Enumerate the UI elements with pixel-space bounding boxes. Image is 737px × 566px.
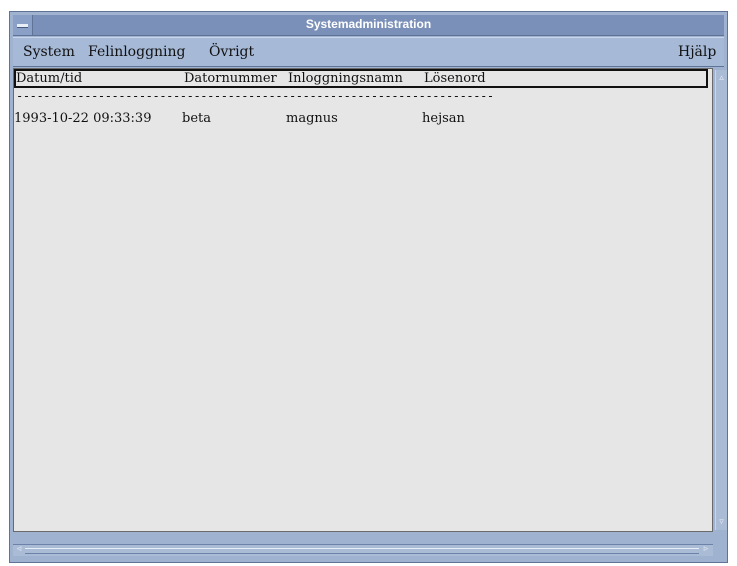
menu-bar: System Felinloggning Övrigt Hjälp (13, 37, 724, 67)
cell-losenord: hejsan (422, 111, 465, 126)
table-header: Datum/tid Datornummer Inloggningsnamn Lö… (14, 69, 708, 88)
minus-icon (17, 24, 28, 28)
window-title: Systemadministration (305, 17, 432, 31)
table-row[interactable]: 1993-10-22 09:33:39 beta magnus hejsan (14, 111, 708, 129)
log-list[interactable]: Datum/tid Datornummer Inloggningsnamn Lö… (13, 68, 713, 532)
header-separator: ----------------------------------------… (16, 89, 492, 101)
column-header-inloggningsnamn: Inloggningsnamn (288, 71, 403, 86)
scroll-left-icon[interactable]: ◃ (14, 544, 24, 555)
main-window: Systemadministration System Felinloggnin… (9, 11, 728, 563)
scrollbar-corner (715, 544, 726, 555)
vertical-scrollbar[interactable]: ▵ ▿ (715, 70, 727, 530)
scroll-down-icon[interactable]: ▿ (717, 516, 726, 528)
column-header-datum: Datum/tid (16, 71, 83, 86)
title-bar[interactable]: Systemadministration (13, 15, 724, 36)
column-header-losenord: Lösenord (424, 71, 486, 86)
window-menu-button[interactable] (13, 15, 33, 35)
cell-datum: 1993-10-22 09:33:39 (14, 111, 152, 126)
horizontal-scrollbar[interactable]: ◃ ▹ (13, 544, 713, 556)
horizontal-scroll-track[interactable] (25, 548, 699, 554)
menu-help[interactable]: Hjälp (678, 44, 716, 60)
menu-felinloggning[interactable]: Felinloggning (88, 44, 186, 60)
cell-datornummer: beta (182, 111, 211, 126)
menu-system[interactable]: System (23, 44, 75, 60)
cell-inloggningsnamn: magnus (286, 111, 338, 126)
scroll-right-icon[interactable]: ▹ (701, 544, 711, 555)
scroll-up-icon[interactable]: ▵ (717, 72, 726, 84)
menu-ovrigt[interactable]: Övrigt (209, 44, 254, 60)
column-header-datornummer: Datornummer (184, 71, 277, 86)
